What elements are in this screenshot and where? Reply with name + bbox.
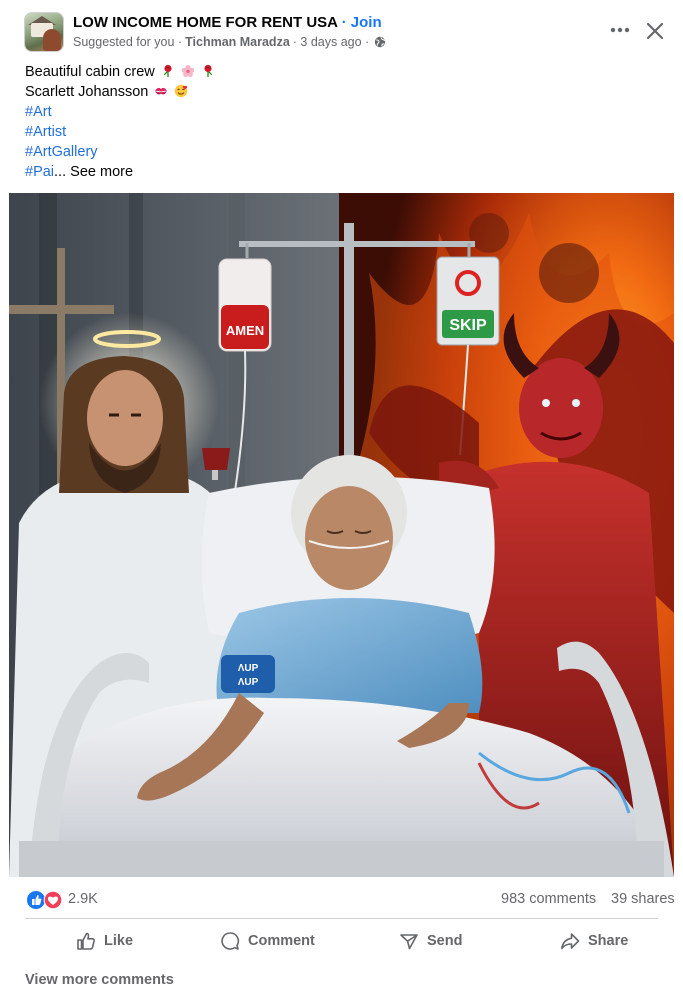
hashtag-line-4: #Pai... See more (25, 162, 215, 182)
like-button[interactable]: Like (76, 921, 133, 961)
author-link[interactable]: Tichman Maradza (185, 35, 290, 49)
view-more-comments-link[interactable]: View more comments (25, 972, 174, 988)
caption-line-2: Scarlett Johansson (25, 82, 215, 102)
hashtag-line-1: #Art (25, 102, 215, 122)
post-card: LOW INCOME HOME FOR RENT USA · Join Sugg… (0, 0, 683, 995)
armband-text-2: ΛUP (238, 677, 259, 688)
caption-text-2: Scarlett Johansson (25, 84, 149, 100)
more-icon (610, 27, 630, 33)
comment-label: Comment (248, 933, 315, 949)
smiling-hearts-emoji-icon (175, 84, 188, 98)
post-meta: Suggested for you · Tichman Maradza · 3 … (73, 35, 386, 49)
iv-bag-label: AMEN (226, 323, 264, 338)
send-label: Send (427, 933, 463, 949)
blossom-emoji-icon (181, 65, 195, 77)
hashtag-link[interactable]: #Art (25, 104, 52, 120)
separator-dot: · (341, 14, 347, 31)
share-button[interactable]: Share (560, 921, 628, 961)
suggested-label: Suggested for you · (73, 35, 183, 49)
rose-emoji-icon (163, 64, 172, 77)
action-bar: Like Comment Send Share (0, 921, 683, 961)
close-post-button[interactable] (640, 16, 670, 46)
comment-button[interactable]: Comment (220, 921, 315, 961)
comment-icon (221, 932, 240, 950)
share-icon (561, 933, 580, 950)
hashtag-line-3: #ArtGallery (25, 142, 215, 162)
hashtag-line-2: #Artist (25, 122, 215, 142)
armband-text-1: ΛUP (238, 663, 259, 674)
hashtag-link[interactable]: #Artist (25, 124, 66, 140)
more-options-button[interactable] (604, 18, 636, 42)
reaction-icons[interactable] (27, 890, 67, 910)
close-icon (646, 22, 664, 40)
caption-line-1: Beautiful cabin crew (25, 62, 215, 82)
caption-text-1: Beautiful cabin crew (25, 64, 155, 80)
post-image-illustration: AMEN SKIP ΛUP ΛUP (9, 193, 674, 877)
post-header: LOW INCOME HOME FOR RENT USA · Join Sugg… (0, 0, 683, 58)
kiss-mark-emoji-icon (155, 87, 168, 95)
post-time[interactable]: · 3 days ago · (293, 35, 369, 49)
reaction-summary-row: 2.9K 983 comments 39 shares (0, 880, 683, 918)
comments-count[interactable]: 983 comments (501, 891, 596, 907)
love-reaction-icon (43, 890, 63, 910)
like-reaction-icon (27, 891, 45, 909)
join-button[interactable]: Join (351, 14, 382, 31)
send-button[interactable]: Send (399, 921, 462, 961)
hashtag-link[interactable]: #Pai (25, 164, 54, 180)
reaction-count[interactable]: 2.9K (68, 891, 98, 907)
divider (25, 918, 658, 919)
rose-emoji-icon (204, 64, 212, 77)
page-name-link[interactable]: LOW INCOME HOME FOR RENT USA (73, 14, 337, 31)
share-label: Share (588, 933, 629, 949)
like-icon (77, 932, 95, 950)
ellipsis: ... (54, 164, 67, 180)
hashtag-link[interactable]: #ArtGallery (25, 144, 98, 160)
like-label: Like (104, 933, 134, 949)
sign-label: SKIP (449, 317, 487, 334)
page-title-row: LOW INCOME HOME FOR RENT USA · Join (73, 14, 382, 31)
globe-icon (375, 36, 386, 48)
see-more-link[interactable]: See more (70, 164, 133, 180)
send-icon (400, 934, 418, 950)
post-image[interactable]: AMEN SKIP ΛUP ΛUP (9, 193, 674, 877)
shares-count[interactable]: 39 shares (611, 891, 675, 907)
page-avatar[interactable] (24, 12, 64, 52)
post-caption: Beautiful cabin crew Scarlett Johansson … (25, 62, 215, 182)
